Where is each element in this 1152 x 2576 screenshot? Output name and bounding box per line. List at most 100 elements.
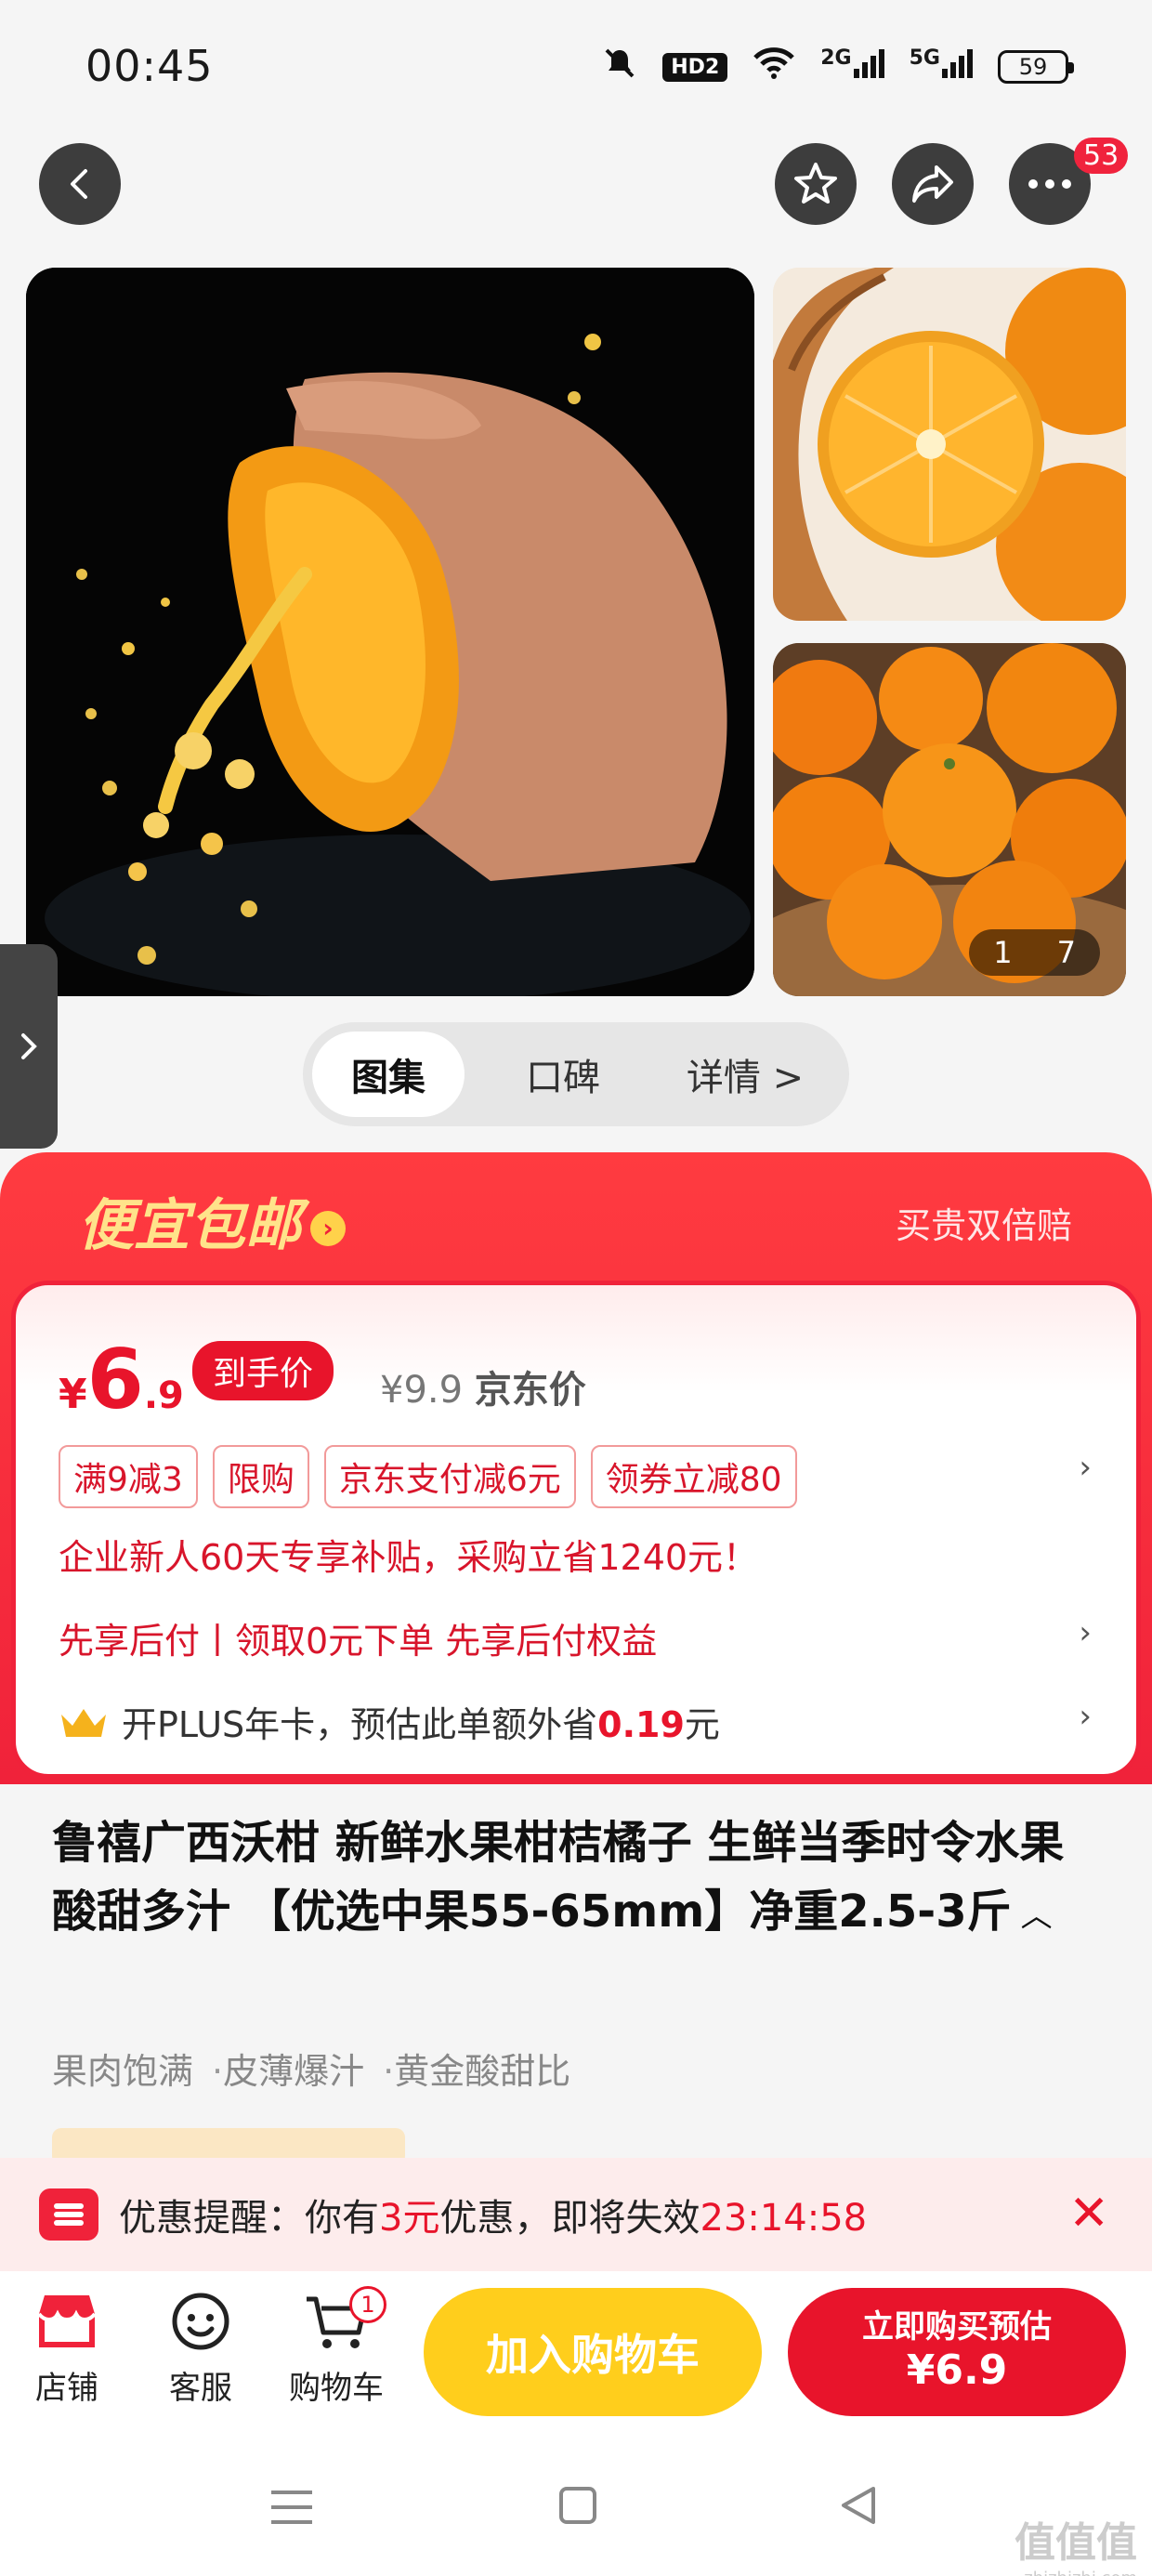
squeezed-orange-illustration [26,268,754,996]
buy-now-label: 立即购买预估 [862,2308,1052,2346]
chevron-right-icon[interactable]: › [1079,1698,1092,1735]
tab-gallery[interactable]: 图集 [312,1032,465,1117]
site-watermark: 值值值 zhizhizhi.com [1015,2509,1137,2576]
final-price: ¥6.9 [59,1332,184,1427]
main-product-image[interactable] [26,268,754,996]
coupon-icon [39,2188,98,2241]
discount-chip: 京东支付减6元 [323,1445,576,1508]
system-navigation-bar [0,2435,1152,2576]
feature-separator: · [383,2051,395,2092]
mute-icon [601,45,638,89]
feature-tag: 果肉饱满 [52,2051,194,2092]
discount-chip: 限购 [212,1445,309,1508]
original-price-value: ¥9.9 [380,1369,464,1412]
chevron-right-icon [21,1033,37,1059]
buy-now-button[interactable]: 立即购买预估 ¥6.9 [788,2288,1126,2416]
tab-details[interactable]: 详情 > [652,1032,838,1117]
chevron-left-icon [71,169,87,199]
cart-label: 购物车 [289,2370,384,2407]
bottom-action-bar: 店铺 客服 1 购物车 加入购物车 立即购买预估 ¥6.9 [0,2271,1152,2435]
price-guarantee[interactable]: 买贵双倍赔 [896,1197,1072,1248]
media-tabs: 图集 口碑 详情 > [303,1022,849,1126]
status-time: 00:45 [85,41,214,91]
enterprise-subsidy[interactable]: 企业新人60天专享补贴，采购立省1240元！ [59,1529,758,1580]
signal-5g-icon: 5G [910,46,974,87]
feature-tag: 皮薄爆汁 [223,2051,365,2092]
product-features: 果肉饱满 ·皮薄爆汁 ·黄金酸甜比 [52,2043,570,2094]
plus-offer-amount: 0.19 [597,1704,685,1745]
tab-reviews[interactable]: 口碑 [489,1032,637,1117]
price-card: ¥6.9 到手价 ¥9.9 京东价 满9减3 限购 京东支付减6元 领券立减80… [11,1281,1141,1779]
feature-tag: 黄金酸甜比 [394,2051,571,2092]
close-icon[interactable]: ✕ [1068,2186,1109,2241]
back-button[interactable] [39,143,121,225]
signal-2g-icon: 2G [820,46,884,87]
chevron-right-icon[interactable]: › [1079,1449,1092,1486]
chevron-right-icon: › [310,1211,346,1247]
feature-separator: · [212,2051,224,2092]
hd-icon: HD2 [662,52,728,82]
discount-chips[interactable]: 满9减3 限购 京东支付减6元 领券立减80 [59,1445,797,1508]
star-icon [794,163,837,204]
net2-label: 5G [909,46,940,70]
chevron-right-icon[interactable]: › [1079,1614,1092,1651]
net1-label: 2G [820,46,852,70]
price-integer: 6 [86,1332,144,1427]
service-label: 客服 [169,2370,232,2407]
crown-icon [61,1708,106,1737]
more-dots-icon [1028,179,1071,189]
gallery-thumb-halved-orange[interactable] [773,268,1126,621]
share-icon [912,165,953,203]
buy-now-price: ¥6.9 [906,2346,1008,2394]
reminder-countdown: 23:14:58 [700,2197,868,2240]
store-icon [37,2295,97,2347]
menu-icon[interactable] [269,2487,314,2528]
add-to-cart-button[interactable]: 加入购物车 [424,2288,762,2416]
watermark-text: 值值值 [1015,2519,1137,2567]
discount-chip: 领券立减80 [590,1445,797,1508]
favorite-button[interactable] [775,143,857,225]
chevron-up-icon[interactable]: ︿ [1021,1882,1053,1951]
reminder-text: 优惠提醒：你有3元优惠，即将失效23:14:58 [119,2188,867,2241]
image-counter-total: 7 [1056,935,1076,970]
halved-orange-illustration [773,268,1126,621]
final-price-tag: 到手价 [192,1341,334,1400]
promo-title[interactable]: 便宜包邮 › [78,1180,346,1261]
cart-button[interactable]: 1 购物车 [281,2286,392,2408]
reminder-amount: 3元 [379,2197,440,2240]
plus-membership-offer[interactable]: 开PLUS年卡，预估此单额外省0.19元 [59,1696,720,1747]
home-square-icon[interactable] [557,2485,598,2526]
status-bar: 00:45 HD2 2G 5G 59 [0,0,1152,130]
battery-icon: 59 [998,50,1074,84]
share-button[interactable] [892,143,974,225]
price-decimal: .9 [143,1374,184,1417]
smiley-chat-icon [172,2293,229,2350]
promo-section: 便宜包邮 › 买贵双倍赔 ¥6.9 到手价 ¥9.9 京东价 满9减3 限购 京东… [0,1152,1152,1784]
back-triangle-icon[interactable] [838,2485,879,2526]
product-title: 鲁禧广西沃柑 新鲜水果柑桔橘子 生鲜当季时令水果酸甜多汁 【优选中果55-65m… [52,1808,1102,1951]
price-currency: ¥ [59,1371,87,1418]
promo-title-text: 便宜包邮 [78,1193,301,1258]
pay-later-offer[interactable]: 先享后付丨领取0元下单 先享后付权益 [59,1612,657,1663]
reminder-middle: 优惠，即将失效 [439,2197,700,2240]
store-button[interactable]: 店铺 [11,2290,123,2408]
original-price: ¥9.9 京东价 [380,1360,586,1413]
coupon-reminder-bar[interactable]: 优惠提醒：你有3元优惠，即将失效23:14:58 ✕ [0,2158,1152,2271]
original-price-label: 京东价 [474,1369,586,1412]
customer-service-button[interactable]: 客服 [145,2290,256,2408]
image-counter-current: 1 [993,935,1013,970]
watermark-subtext: zhizhizhi.com [1015,2569,1137,2576]
wifi-icon [752,45,796,89]
plus-offer-text: 开PLUS年卡，预估此单额外省 [122,1704,598,1745]
gallery-thumb-orange-bowl[interactable]: 1 7 [773,643,1126,996]
side-drawer-handle[interactable] [0,944,58,1149]
reminder-prefix: 优惠提醒：你有 [119,2197,379,2240]
store-label: 店铺 [35,2370,98,2407]
cart-count-badge: 1 [349,2286,386,2323]
image-counter: 1 7 [969,929,1100,976]
product-title-text: 鲁禧广西沃柑 新鲜水果柑桔橘子 生鲜当季时令水果酸甜多汁 【优选中果55-65m… [52,1817,1065,1938]
message-badge: 53 [1074,138,1129,174]
status-icons: HD2 2G 5G 59 [601,45,1074,89]
discount-chip: 满9减3 [59,1445,198,1508]
plus-offer-unit: 元 [684,1704,720,1745]
